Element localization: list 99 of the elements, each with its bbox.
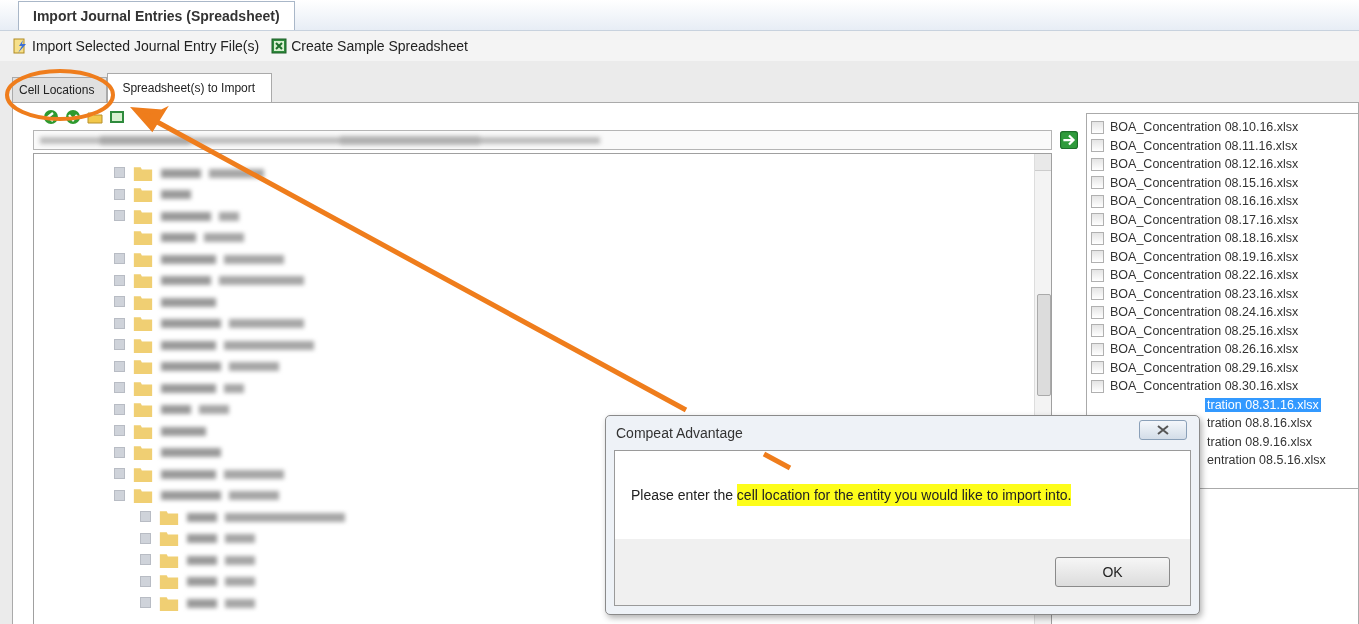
file-item[interactable]: BOA_Concentration 08.22.16.xlsx [1108,268,1301,283]
folder-icon [131,250,155,267]
expander-icon[interactable] [114,360,125,372]
folder-icon [131,336,155,353]
checkbox[interactable] [1091,287,1104,301]
dialog-title: Compeat Advantage [616,425,743,441]
expander-icon[interactable] [114,188,125,200]
folder-icon [131,207,155,224]
checkbox[interactable] [1091,305,1104,319]
folder-icon [131,444,155,461]
folder-icon [131,358,155,375]
folder-icon[interactable] [87,109,103,125]
checkbox[interactable] [1091,213,1104,227]
file-item[interactable]: BOA_Concentration 08.15.16.xlsx [1108,175,1301,190]
expander-icon[interactable] [140,511,151,523]
file-item[interactable]: entration 08.5.16.xlsx [1205,453,1328,468]
tab[interactable]: Cell Locations [12,77,108,102]
expander-icon[interactable] [140,554,151,566]
file-item[interactable]: BOA_Concentration 08.16.16.xlsx [1108,194,1301,209]
tab[interactable]: Spreadsheet(s) to Import [107,73,273,102]
folder-icon [131,272,155,289]
blurred-label-drawing [161,403,229,416]
file-item[interactable]: BOA_Concentration 08.25.16.xlsx [1108,323,1301,338]
expander-icon[interactable] [114,403,125,415]
scroll-thumb[interactable] [1037,294,1051,396]
file-item[interactable]: BOA_Concentration 08.11.16.xlsx [1108,138,1300,153]
folder-icon [131,293,155,310]
blurred-label-drawing [187,596,255,609]
close-icon [1157,425,1169,435]
expander-icon[interactable] [114,425,125,437]
file-item[interactable]: BOA_Concentration 08.26.16.xlsx [1108,342,1301,357]
checkbox[interactable] [1091,231,1104,245]
folder-icon [131,422,155,439]
folder-icon [131,487,155,504]
file-item[interactable]: BOA_Concentration 08.12.16.xlsx [1108,157,1301,172]
expander-icon[interactable] [140,597,151,609]
expander-icon[interactable] [114,274,125,286]
expander-icon[interactable] [114,382,125,394]
checkbox[interactable] [1091,250,1104,264]
expander-icon[interactable] [114,317,125,329]
close-button[interactable] [1139,420,1187,440]
folder-icon [157,530,181,547]
checkbox[interactable] [1091,194,1104,208]
checkbox[interactable] [1091,324,1104,338]
expander-icon[interactable] [140,575,151,587]
down-icon[interactable] [65,109,81,125]
blurred-label-drawing [187,553,255,566]
spreadsheet-icon [271,38,288,54]
expander-icon[interactable] [114,296,125,308]
back-icon[interactable] [43,109,59,125]
path-field[interactable] [33,130,1052,150]
expander-icon[interactable] [114,167,125,179]
expander-icon[interactable] [114,339,125,351]
file-item[interactable]: BOA_Concentration 08.29.16.xlsx [1108,360,1301,375]
checkbox[interactable] [1091,268,1104,282]
checkbox[interactable] [1091,120,1104,134]
folder-icon [157,594,181,611]
file-item[interactable]: BOA_Concentration 08.18.16.xlsx [1108,231,1301,246]
file-item[interactable]: BOA_Concentration 08.23.16.xlsx [1108,286,1301,301]
blurred-label-drawing [187,532,255,545]
create-sample-button[interactable]: Create Sample Spreadsheet [269,36,470,56]
file-item[interactable]: BOA_Concentration 08.30.16.xlsx [1108,379,1301,394]
expander-icon[interactable] [114,210,125,222]
folder-icon [131,164,155,181]
expander-icon[interactable] [114,446,125,458]
expander-icon[interactable] [114,253,125,265]
folder-icon [157,551,181,568]
checkbox[interactable] [1091,176,1104,190]
expander-icon[interactable] [114,489,125,501]
file-item[interactable]: BOA_Concentration 08.17.16.xlsx [1108,212,1301,227]
folder-icon [131,315,155,332]
folder-icon [157,573,181,590]
folder-icon [131,379,155,396]
checkbox[interactable] [1091,157,1104,171]
spreadsheet-icon[interactable] [109,109,125,125]
file-item[interactable]: tration 08.8.16.xlsx [1205,416,1314,431]
expander-icon[interactable] [114,468,125,480]
ok-button[interactable]: OK [1055,557,1170,587]
file-item[interactable]: BOA_Concentration 08.10.16.xlsx [1108,120,1301,135]
folder-icon [131,465,155,482]
folder-icon [131,186,155,203]
blurred-label-drawing [187,575,255,588]
file-item[interactable]: BOA_Concentration 08.19.16.xlsx [1108,249,1301,264]
import-button[interactable]: Import Selected Journal Entry File(s) [10,36,262,56]
document-tab[interactable]: Import Journal Entries (Spreadsheet) [18,1,295,30]
checkbox[interactable] [1091,379,1104,393]
folder-icon [131,229,155,246]
document-lightning-icon [12,38,28,54]
scroll-up-icon[interactable] [1035,154,1051,171]
expander-icon[interactable] [140,532,151,544]
dialog-message: Please enter the cell location for the entity you would like to import into. [631,487,1072,503]
checkbox[interactable] [1091,139,1104,153]
folder-icon [157,508,181,525]
file-item[interactable]: BOA_Concentration 08.24.16.xlsx [1108,305,1301,320]
go-arrow-icon[interactable] [1060,131,1078,149]
checkbox[interactable] [1091,361,1104,375]
folder-icon [131,401,155,418]
file-item[interactable]: tration 08.9.16.xlsx [1205,434,1314,449]
checkbox[interactable] [1091,342,1104,356]
